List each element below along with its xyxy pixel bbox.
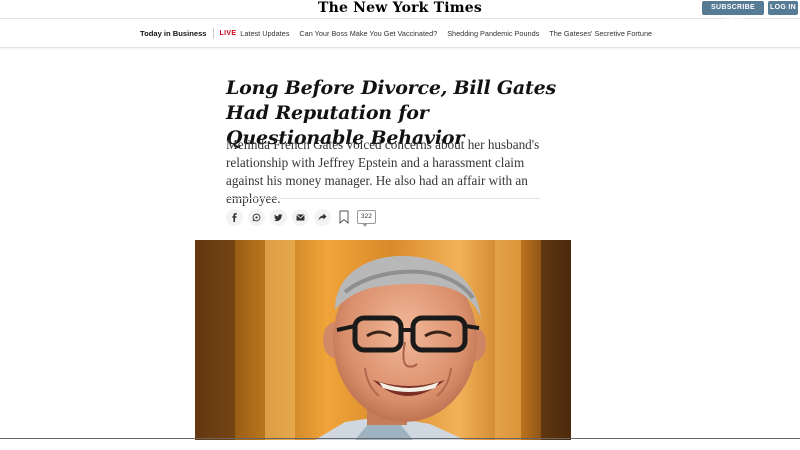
share-toolbar: 322 (226, 208, 376, 227)
comments-button[interactable]: 322 (357, 210, 376, 227)
subscribe-button[interactable]: SUBSCRIBE NOW (702, 1, 764, 25)
share-icon[interactable] (314, 208, 331, 226)
login-button[interactable]: LOG IN (768, 1, 798, 15)
nav-link-gates-fortune[interactable]: The Gateses' Secretive Fortune (549, 29, 652, 38)
nav-divider (212, 27, 214, 39)
section-name[interactable]: Today in Business (140, 29, 207, 38)
facebook-icon[interactable] (226, 208, 243, 226)
page-edge-line (0, 438, 800, 439)
section-nav: Today in Business LIVE Latest Updates Ca… (0, 19, 800, 48)
twitter-icon[interactable] (270, 208, 287, 226)
nav-link-pandemic-pounds[interactable]: Shedding Pandemic Pounds (447, 29, 539, 38)
live-badge: LIVE (219, 29, 237, 37)
nav-link-latest-updates[interactable]: Latest Updates (240, 29, 289, 38)
top-bar: The New York Times SUBSCRIBE NOW LOG IN (0, 0, 800, 25)
divider (226, 198, 540, 199)
email-icon[interactable] (292, 208, 309, 226)
nyt-logo[interactable]: The New York Times (0, 0, 800, 18)
article-photo (195, 240, 571, 440)
nav-link-vaccinated[interactable]: Can Your Boss Make You Get Vaccinated? (299, 29, 437, 38)
bookmark-icon[interactable] (339, 210, 349, 225)
whatsapp-icon[interactable] (248, 208, 265, 226)
